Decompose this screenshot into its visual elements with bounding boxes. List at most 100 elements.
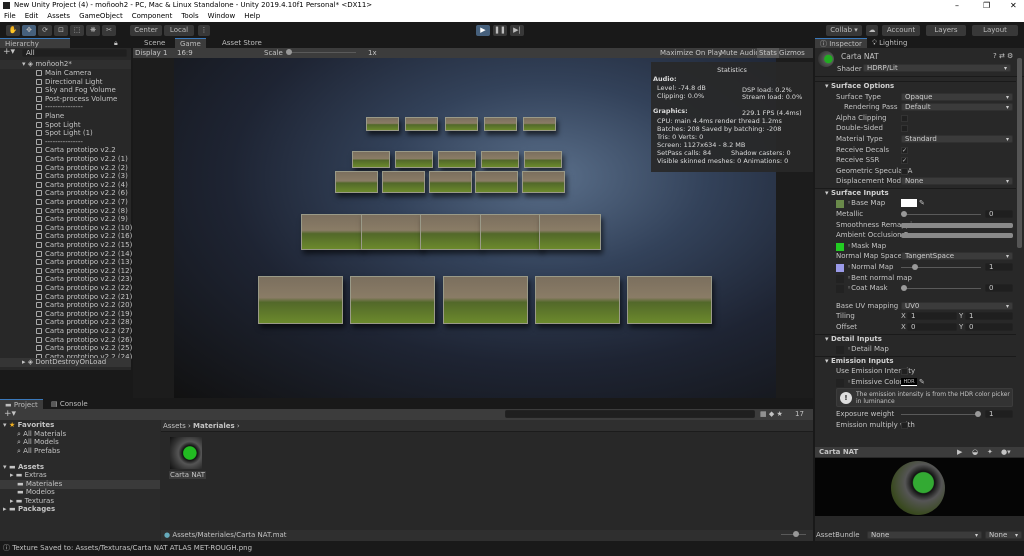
tab-inspector[interactable]: ⓘ Inspector <box>815 38 867 48</box>
assetbundle-variant-dropdown[interactable]: None <box>985 531 1022 539</box>
inspector-scrollbar[interactable] <box>1017 58 1022 248</box>
prop-checkbox[interactable] <box>901 368 908 375</box>
maximize-button[interactable]: ❐ <box>983 0 990 11</box>
menu-window[interactable]: Window <box>208 12 236 20</box>
menu-tools[interactable]: Tools <box>181 12 198 20</box>
lock-icon[interactable]: 🔒︎ <box>114 39 118 48</box>
prop-value[interactable]: 0 <box>985 210 1013 218</box>
hierarchy-search[interactable]: All <box>22 49 127 57</box>
x-field[interactable]: 0 <box>907 323 957 331</box>
pivot-center-button[interactable]: Center <box>130 25 162 36</box>
tab-project[interactable]: ▬ Project <box>0 399 43 409</box>
tab-game[interactable]: Game <box>175 38 206 48</box>
texture-slot-icon[interactable] <box>836 243 844 251</box>
prop-dropdown[interactable]: Default <box>901 103 1013 111</box>
stats-toggle[interactable]: Stats <box>757 48 779 58</box>
min-max-slider[interactable] <box>901 223 1013 228</box>
dontdestroy-row[interactable]: ▸ ◈ DontDestroyOnLoad <box>0 358 131 367</box>
breadcrumb-materiales[interactable]: Materiales <box>193 422 235 430</box>
min-max-slider[interactable] <box>901 233 1013 238</box>
x-field[interactable]: 1 <box>907 312 957 320</box>
menu-file[interactable]: File <box>4 12 16 20</box>
menu-gameobject[interactable]: GameObject <box>79 12 123 20</box>
status-message[interactable]: Texture Saved to: Assets/Texturas/Carta … <box>12 544 252 552</box>
eyedropper-icon[interactable]: ✎ <box>919 378 925 387</box>
prop-dropdown[interactable]: Standard <box>901 135 1013 143</box>
prop-checkbox[interactable]: ✓ <box>901 147 908 154</box>
tab-scene[interactable]: Scene <box>139 38 170 48</box>
texture-slot-icon[interactable] <box>836 285 844 293</box>
prop-value[interactable]: 1 <box>985 263 1013 271</box>
project-search[interactable] <box>505 410 755 418</box>
y-field[interactable]: 1 <box>965 312 1013 320</box>
prop-value[interactable]: 0 <box>985 284 1013 292</box>
rotate-tool-icon[interactable]: ⟳ <box>38 25 52 36</box>
snap-icon[interactable]: ⋮ <box>198 25 210 36</box>
texture-slot-icon[interactable] <box>836 346 844 354</box>
scale-tool-icon[interactable]: ⊡ <box>54 25 68 36</box>
display-dropdown[interactable]: Display 1 <box>135 48 167 58</box>
prop-dropdown[interactable]: None <box>901 177 1013 185</box>
collab-dropdown[interactable]: Collab ▾ <box>826 25 862 36</box>
texture-slot-icon[interactable] <box>836 264 844 272</box>
texture-slot-icon[interactable] <box>836 200 844 208</box>
prop-checkbox[interactable]: ✓ <box>901 157 908 164</box>
texture-slot-icon[interactable] <box>836 275 844 283</box>
menu-help[interactable]: Help <box>244 12 260 20</box>
section-header[interactable]: ▾ Surface Options <box>825 82 894 91</box>
scale-slider[interactable] <box>286 49 292 55</box>
color-swatch[interactable] <box>901 199 917 207</box>
preview-play-icon[interactable]: ▶ <box>957 447 962 457</box>
breadcrumb-assets[interactable]: Assets <box>163 422 186 430</box>
texture-slot-icon[interactable] <box>836 379 844 387</box>
hdr-color-swatch[interactable]: HDR <box>901 378 917 386</box>
prop-value[interactable]: 1 <box>985 410 1013 418</box>
tab-lighting[interactable]: 💡︎ Lighting <box>867 38 912 48</box>
prop-checkbox[interactable] <box>901 168 908 175</box>
preview-sphere-icon[interactable]: ●▾ <box>1001 447 1011 457</box>
folder-extras[interactable]: ▸ ▬ Extras <box>0 471 160 480</box>
fav-all-models[interactable]: ⌕ All Models <box>0 438 160 447</box>
material-asset-thumbnail[interactable] <box>170 437 202 469</box>
filter-icons[interactable]: ▦ ◆ ★ <box>760 410 783 418</box>
prop-slider[interactable] <box>901 211 907 217</box>
favorites-node[interactable]: ▾ ★ Favorites <box>0 421 160 430</box>
prop-slider[interactable] <box>912 264 918 270</box>
prop-slider[interactable] <box>901 285 907 291</box>
material-header-icons[interactable]: ? ⇄ ⚙ <box>993 52 1013 60</box>
move-tool-icon[interactable]: ✥ <box>22 25 36 36</box>
layout-dropdown[interactable]: Layout <box>972 25 1018 36</box>
add-button[interactable]: +▾ <box>3 48 15 57</box>
y-field[interactable]: 0 <box>965 323 1013 331</box>
mute-audio-toggle[interactable]: Mute Audio <box>720 48 760 58</box>
layers-dropdown[interactable]: Layers <box>926 25 966 36</box>
section-header[interactable]: ▾ Detail Inputs <box>825 335 882 344</box>
menu-assets[interactable]: Assets <box>47 12 70 20</box>
prop-dropdown[interactable]: TangentSpace <box>901 252 1013 260</box>
aspect-dropdown[interactable]: 16:9 <box>177 48 193 58</box>
eyedropper-icon[interactable]: ✎ <box>919 199 925 208</box>
minimize-button[interactable]: – <box>955 0 959 11</box>
preview-mesh-icon[interactable]: ◒ <box>972 447 978 457</box>
section-header[interactable]: ▾ Emission Inputs <box>825 357 894 366</box>
icon-size-slider[interactable] <box>793 531 799 537</box>
pause-button[interactable]: ❚❚ <box>493 25 507 36</box>
menu-edit[interactable]: Edit <box>25 12 39 20</box>
preview-light-icon[interactable]: ✦ <box>987 447 993 457</box>
shader-dropdown[interactable]: HDRP/Lit <box>863 64 1011 72</box>
fav-all-prefabs[interactable]: ⌕ All Prefabs <box>0 447 160 456</box>
rect-tool-icon[interactable]: ⬚ <box>70 25 84 36</box>
scene-row[interactable]: ▾ ◈ moñooh2* <box>0 60 131 69</box>
material-preview[interactable] <box>815 458 1024 516</box>
transform-tool-icon[interactable]: ❋ <box>86 25 100 36</box>
pivot-local-button[interactable]: Local <box>164 25 194 36</box>
folder-modelos[interactable]: ▬ Modelos <box>0 488 160 497</box>
custom-tool-icon[interactable]: ✂ <box>102 25 116 36</box>
cloud-icon[interactable]: ☁ <box>866 25 878 36</box>
prop-slider[interactable] <box>975 411 981 417</box>
section-header[interactable]: ▾ Surface Inputs <box>825 189 889 198</box>
step-button[interactable]: ▶| <box>510 25 524 36</box>
tab-console[interactable]: ▤ Console <box>46 399 93 409</box>
create-button[interactable]: +▾ <box>4 409 16 419</box>
prop-checkbox[interactable] <box>901 422 908 429</box>
